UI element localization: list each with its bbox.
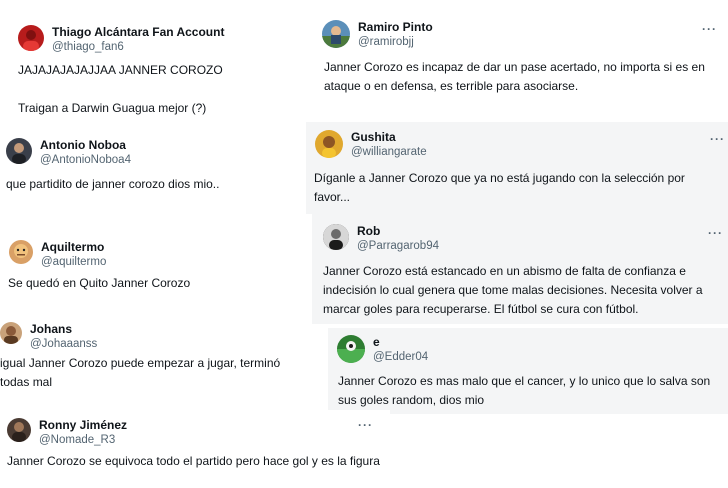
user-avatar[interactable] bbox=[323, 224, 349, 250]
user-avatar[interactable] bbox=[6, 138, 32, 164]
display-name[interactable]: Thiago Alcántara Fan Account bbox=[52, 25, 224, 39]
tweet-card[interactable]: Thiago Alcántara Fan Account @thiago_fan… bbox=[0, 0, 312, 118]
user-avatar[interactable] bbox=[315, 130, 343, 158]
user-handle[interactable]: @williangarate bbox=[351, 145, 427, 159]
user-avatar[interactable] bbox=[337, 335, 365, 363]
display-name[interactable]: Rob bbox=[357, 224, 439, 238]
user-handle[interactable]: @Johaaanss bbox=[30, 337, 97, 351]
user-avatar[interactable] bbox=[0, 322, 22, 344]
tweet-card[interactable]: Johans @Johaaanss igual Janner Corozo pu… bbox=[0, 312, 312, 402]
user-handle[interactable]: @AntonioNoboa4 bbox=[40, 153, 131, 167]
tweet-card[interactable]: Gushita @williangarate ··· Díganle a Jan… bbox=[306, 122, 728, 214]
tweet-text: JAJAJAJAJAJJAA JANNER COROZO Traigan a D… bbox=[18, 63, 223, 115]
user-handle[interactable]: @Edder04 bbox=[373, 350, 428, 364]
more-options-icon[interactable]: ··· bbox=[708, 226, 723, 240]
user-avatar[interactable] bbox=[18, 25, 44, 51]
more-options-icon[interactable]: ··· bbox=[702, 22, 717, 36]
tweet-card[interactable]: Ronny Jiménez @Nomade_R3 ··· Janner Coro… bbox=[0, 410, 390, 488]
tweet-card[interactable]: Rob @Parragarob94 ··· Janner Corozo está… bbox=[312, 214, 728, 324]
tweet-card[interactable]: Ramiro Pinto @ramirobjj ··· Janner Coroz… bbox=[312, 0, 728, 118]
more-options-icon[interactable]: ··· bbox=[710, 132, 725, 146]
display-name[interactable]: Ramiro Pinto bbox=[358, 20, 433, 34]
tweet-card[interactable]: Aquiltermo @aquiltermo Se quedó en Quito… bbox=[0, 228, 312, 310]
tweet-text: Janner Corozo está estancado en un abism… bbox=[323, 264, 703, 316]
tweet-card[interactable]: e @Edder04 Janner Corozo es mas malo que… bbox=[328, 328, 728, 414]
tweet-card[interactable]: Antonio Noboa @AntonioNoboa4 que partidi… bbox=[0, 124, 312, 224]
tweet-text: Janner Corozo es mas malo que el cancer,… bbox=[338, 374, 711, 407]
display-name[interactable]: Aquiltermo bbox=[41, 240, 106, 254]
tweet-text: Díganle a Janner Corozo que ya no está j… bbox=[314, 171, 685, 204]
user-handle[interactable]: @Parragarob94 bbox=[357, 239, 439, 253]
user-avatar[interactable] bbox=[9, 240, 33, 264]
display-name[interactable]: e bbox=[373, 335, 428, 349]
tweet-text: Janner Corozo es incapaz de dar un pase … bbox=[324, 60, 705, 93]
user-handle[interactable]: @thiago_fan6 bbox=[52, 40, 224, 54]
user-handle[interactable]: @aquiltermo bbox=[41, 255, 106, 269]
more-options-icon[interactable]: ··· bbox=[358, 418, 373, 432]
user-avatar[interactable] bbox=[322, 20, 350, 48]
display-name[interactable]: Johans bbox=[30, 322, 97, 336]
tweet-text: que partidito de janner corozo dios mio.… bbox=[6, 177, 220, 191]
user-handle[interactable]: @ramirobjj bbox=[358, 35, 433, 49]
user-handle[interactable]: @Nomade_R3 bbox=[39, 433, 127, 447]
display-name[interactable]: Ronny Jiménez bbox=[39, 418, 127, 432]
tweet-text: Se quedó en Quito Janner Corozo bbox=[8, 276, 191, 290]
display-name[interactable]: Gushita bbox=[351, 130, 427, 144]
tweet-text: igual Janner Corozo puede empezar a juga… bbox=[0, 356, 281, 389]
display-name[interactable]: Antonio Noboa bbox=[40, 138, 131, 152]
tweet-text: Janner Corozo se equivoca todo el partid… bbox=[7, 454, 380, 468]
user-avatar[interactable] bbox=[7, 418, 31, 442]
